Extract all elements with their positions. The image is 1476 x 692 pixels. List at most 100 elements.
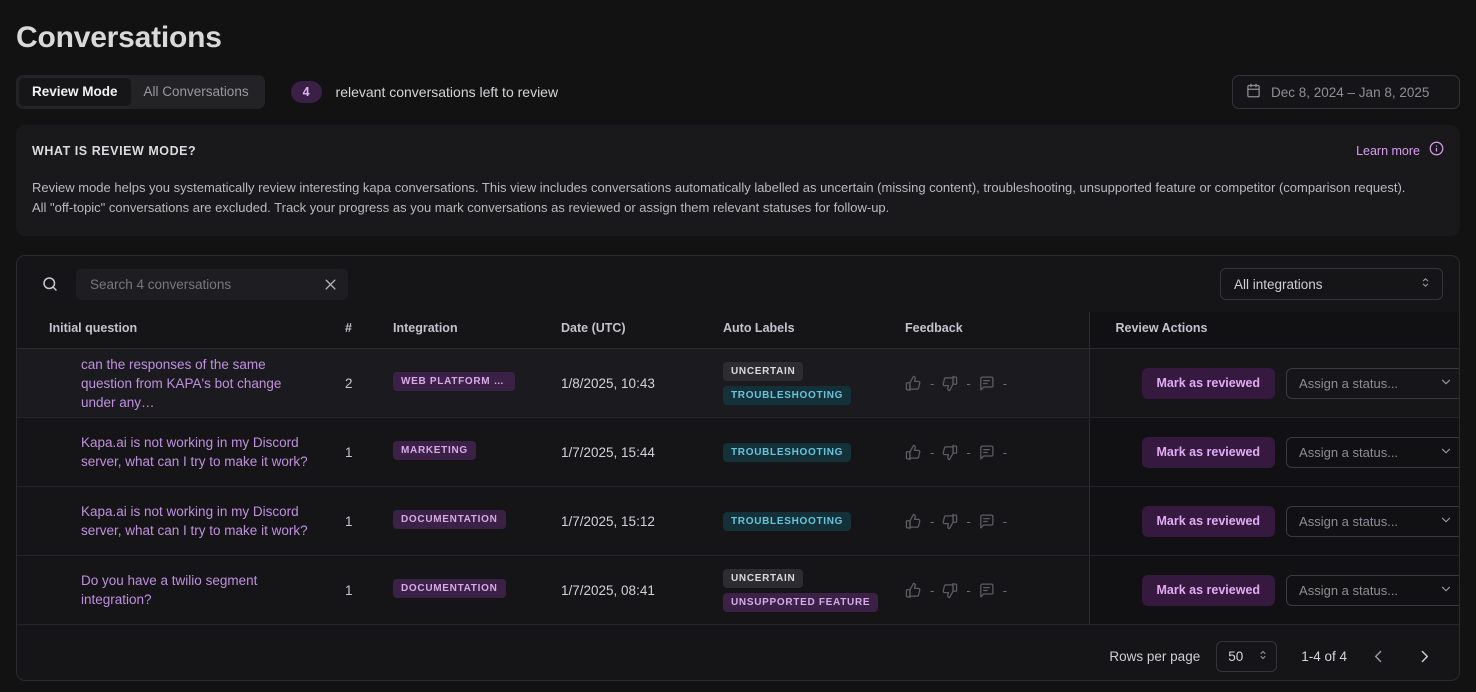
info-circle-icon[interactable] [1429, 141, 1444, 161]
mark-as-reviewed-button[interactable]: Mark as reviewed [1141, 367, 1276, 399]
auto-labels-stack: UNCERTAIN UNSUPPORTED FEATURE [723, 568, 905, 612]
thumbs-up-icon[interactable]: - [905, 582, 934, 599]
col-integration[interactable]: Integration [393, 312, 561, 349]
chevron-updown-icon [1419, 276, 1432, 292]
auto-label-badge: UNSUPPORTED FEATURE [723, 592, 879, 612]
search-field[interactable] [76, 268, 348, 300]
chevron-down-icon [1439, 444, 1453, 461]
conversation-date: 1/7/2025, 15:12 [561, 513, 655, 529]
cell-count: 1 [345, 555, 393, 625]
chevron-left-icon[interactable] [1363, 642, 1393, 672]
rows-per-page-value: 50 [1228, 649, 1244, 664]
cell-initial-question[interactable]: Do you have a twilio segment integration… [17, 555, 345, 625]
thumbs-up-icon[interactable]: - [905, 375, 934, 392]
thumbs-down-count: - [966, 375, 971, 391]
comment-icon[interactable]: - [978, 582, 1007, 599]
integrations-filter-value: All integrations [1234, 276, 1323, 292]
conversation-question-link[interactable]: can the responses of the same question f… [49, 355, 317, 412]
assign-status-select[interactable]: Assign a status... [1286, 574, 1459, 606]
learn-more-link[interactable]: Learn more [1356, 144, 1420, 158]
search-icon[interactable] [41, 275, 59, 293]
remaining-count-text: relevant conversations left to review [335, 84, 559, 100]
cell-review-actions: Mark as reviewed Assign a status... [1088, 417, 1459, 487]
message-count: 1 [345, 444, 353, 460]
rows-per-page-select[interactable]: 50 [1216, 641, 1278, 672]
mark-as-reviewed-button[interactable]: Mark as reviewed [1141, 436, 1276, 468]
assign-status-select[interactable]: Assign a status... [1286, 505, 1459, 537]
table-header-row: Initial question # Integration Date (UTC… [17, 312, 1459, 349]
assign-status-value: Assign a status... [1299, 582, 1399, 598]
assign-status-select[interactable]: Assign a status... [1286, 436, 1459, 468]
chevron-down-icon [1439, 582, 1453, 599]
page-title: Conversations [16, 21, 222, 54]
cell-date: 1/7/2025, 15:12 [561, 486, 723, 556]
cell-count: 1 [345, 417, 393, 487]
conversation-question-link[interactable]: Do you have a twilio segment integration… [49, 571, 317, 609]
cell-initial-question[interactable]: Kapa.ai is not working in my Discord ser… [17, 417, 345, 487]
feedback-group: - - - [905, 582, 1089, 599]
col-count[interactable]: # [345, 312, 393, 349]
col-feedback[interactable]: Feedback [905, 312, 1089, 349]
comment-icon[interactable]: - [978, 444, 1007, 461]
cell-feedback: - - - [905, 417, 1089, 487]
thumbs-up-icon[interactable]: - [905, 513, 934, 530]
thumbs-down-count: - [966, 582, 971, 598]
thumbs-down-icon[interactable]: - [941, 444, 971, 461]
auto-label-badge: UNCERTAIN [723, 361, 804, 381]
table-row[interactable]: Do you have a twilio segment integration… [17, 555, 1459, 625]
table-row[interactable]: can the responses of the same question f… [17, 348, 1459, 418]
info-line-2: All "off-topic" conversations are exclud… [32, 200, 890, 215]
conversation-question-link[interactable]: Kapa.ai is not working in my Discord ser… [49, 502, 317, 540]
col-review-actions[interactable]: Review Actions [1088, 312, 1459, 349]
table-row[interactable]: Kapa.ai is not working in my Discord ser… [17, 486, 1459, 556]
tab-all-conversations[interactable]: All Conversations [131, 78, 262, 106]
learn-more-group[interactable]: Learn more [1356, 141, 1444, 161]
cell-auto-labels: TROUBLESHOOTING [723, 486, 905, 556]
comment-icon[interactable]: - [978, 513, 1007, 530]
integrations-filter-select[interactable]: All integrations [1220, 268, 1443, 300]
cell-integration: WEB PLATFORM (A… [393, 348, 561, 418]
cell-count: 2 [345, 348, 393, 418]
col-initial-question[interactable]: Initial question [17, 312, 345, 349]
cell-date: 1/7/2025, 08:41 [561, 555, 723, 625]
col-date[interactable]: Date (UTC) [561, 312, 723, 349]
thumbs-down-icon[interactable]: - [941, 513, 971, 530]
pagination-range: 1-4 of 4 [1301, 649, 1347, 664]
integration-badge: MARKETING [393, 441, 476, 460]
message-count: 1 [345, 513, 353, 529]
col-auto-labels[interactable]: Auto Labels [723, 312, 905, 349]
mark-as-reviewed-button[interactable]: Mark as reviewed [1141, 574, 1276, 606]
cell-date: 1/7/2025, 15:44 [561, 417, 723, 487]
assign-status-select[interactable]: Assign a status... [1286, 367, 1459, 399]
tab-review-mode[interactable]: Review Mode [19, 78, 131, 106]
thumbs-down-count: - [966, 444, 971, 460]
cell-review-actions: Mark as reviewed Assign a status... [1088, 486, 1459, 556]
close-icon[interactable] [323, 277, 338, 292]
table-body: can the responses of the same question f… [17, 348, 1459, 625]
conversations-table-card: All integrations Initial question # Inte… [16, 255, 1460, 681]
date-range-value: Dec 8, 2024 – Jan 8, 2025 [1271, 84, 1430, 100]
info-panel-body: Review mode helps you systematically rev… [32, 178, 1444, 218]
info-panel-title: WHAT IS REVIEW MODE? [32, 144, 197, 158]
mark-as-reviewed-button[interactable]: Mark as reviewed [1141, 505, 1276, 537]
comment-count: - [1002, 375, 1008, 391]
chevron-right-icon[interactable] [1409, 642, 1439, 672]
thumbs-down-icon[interactable]: - [941, 582, 971, 599]
mode-tabs: Review Mode All Conversations [16, 75, 265, 109]
cell-initial-question[interactable]: can the responses of the same question f… [17, 348, 345, 418]
comment-count: - [1002, 444, 1008, 460]
thumbs-down-icon[interactable]: - [941, 375, 971, 392]
assign-status-value: Assign a status... [1299, 375, 1399, 391]
comment-count: - [1002, 513, 1008, 529]
table-row[interactable]: Kapa.ai is not working in my Discord ser… [17, 417, 1459, 487]
date-range-picker[interactable]: Dec 8, 2024 – Jan 8, 2025 [1232, 75, 1460, 109]
assign-status-value: Assign a status... [1299, 513, 1399, 529]
cell-initial-question[interactable]: Kapa.ai is not working in my Discord ser… [17, 486, 345, 556]
thumbs-up-icon[interactable]: - [905, 444, 934, 461]
search-input[interactable] [90, 276, 323, 292]
cell-feedback: - - - [905, 348, 1089, 418]
feedback-group: - - - [905, 375, 1089, 392]
comment-icon[interactable]: - [978, 375, 1007, 392]
review-actions-group: Mark as reviewed Assign a status... [1116, 436, 1459, 468]
conversation-question-link[interactable]: Kapa.ai is not working in my Discord ser… [49, 433, 317, 471]
